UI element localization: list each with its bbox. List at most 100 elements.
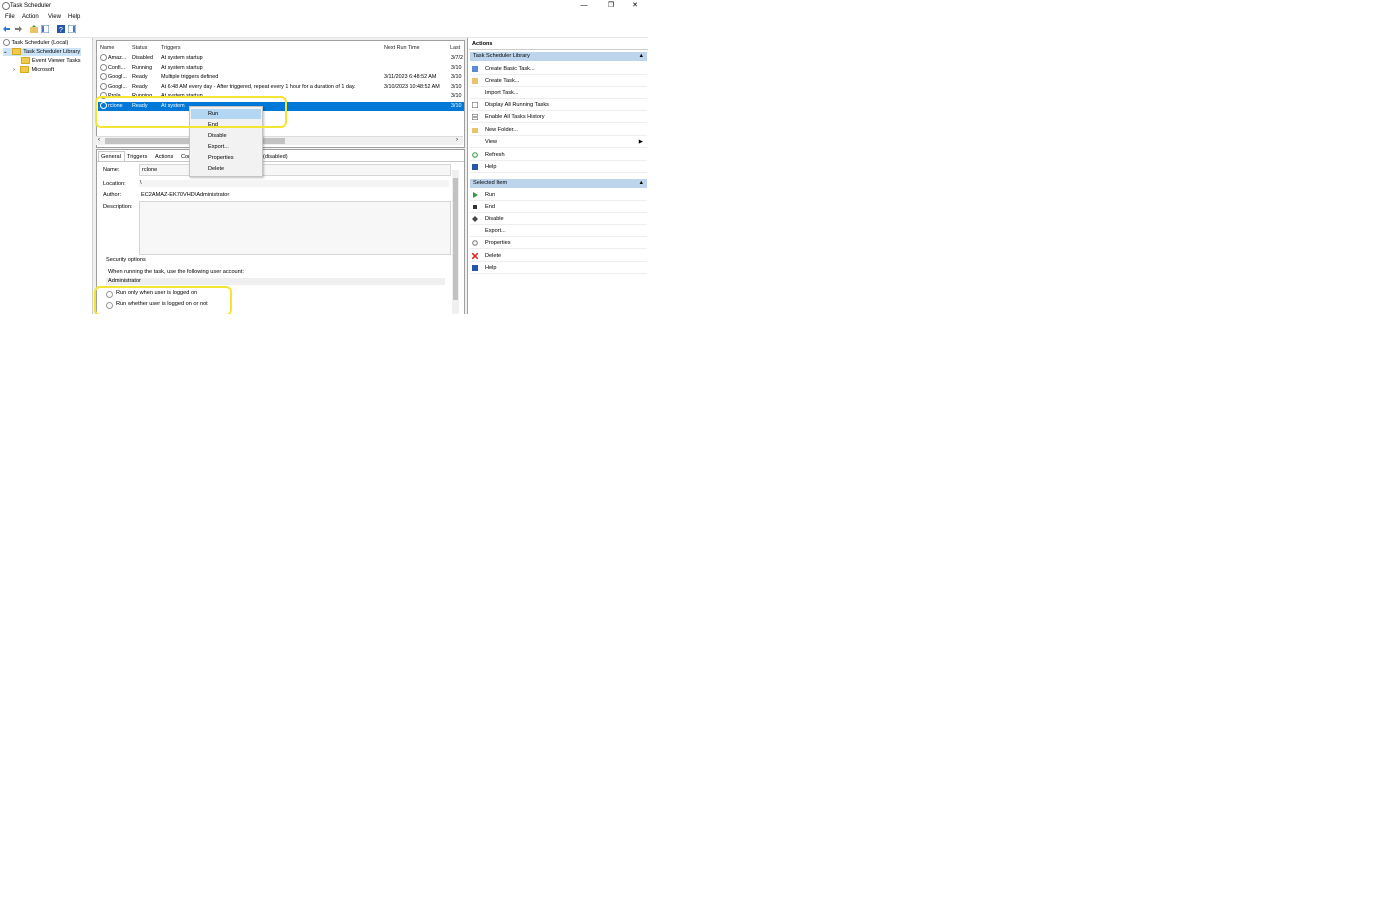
- location-field: \: [139, 180, 449, 187]
- end-icon: [473, 205, 477, 209]
- clock-icon: [3, 39, 10, 47]
- cell-last: 3/10: [451, 93, 462, 99]
- action-create-task[interactable]: Create Task...: [470, 76, 647, 87]
- cell-triggers: At system startup: [161, 55, 203, 61]
- action-help[interactable]: Help: [470, 162, 647, 173]
- action-label: Properties: [485, 240, 511, 246]
- cell-status: Disabled: [132, 55, 153, 61]
- actions-pane: Actions Task Scheduler Library ▲ Create …: [467, 38, 648, 314]
- table-row[interactable]: Googl... Ready Multiple triggers defined…: [98, 73, 464, 82]
- action-label: Delete: [485, 253, 502, 259]
- tab-actions[interactable]: Actions: [155, 154, 173, 160]
- action-label: Run: [485, 192, 496, 198]
- description-field[interactable]: [139, 201, 451, 255]
- action-properties[interactable]: Properties: [470, 238, 647, 249]
- section-task-scheduler-library[interactable]: Task Scheduler Library ▲: [470, 52, 647, 61]
- forward-arrow-icon[interactable]: [14, 25, 22, 33]
- column-last[interactable]: Last: [450, 45, 460, 51]
- menu-file[interactable]: File: [5, 14, 15, 20]
- up-folder-icon[interactable]: [30, 25, 38, 33]
- action-import-task[interactable]: Import Task...: [470, 88, 647, 99]
- show-hide-console-tree-icon[interactable]: [41, 25, 49, 33]
- submenu-arrow-icon: ▶: [638, 139, 643, 145]
- action-run[interactable]: Run: [470, 190, 647, 201]
- minimize-button[interactable]: —: [577, 2, 591, 10]
- action-label: Import Task...: [485, 90, 519, 96]
- collapse-chevron-icon[interactable]: ⌄: [3, 49, 8, 55]
- cell-next-run: 3/10/2023 10:48:52 AM: [384, 84, 440, 90]
- task-clock-icon: [100, 73, 107, 80]
- scroll-left-icon[interactable]: ‹: [98, 137, 100, 143]
- menu-help[interactable]: Help: [68, 14, 80, 20]
- collapse-caret-icon[interactable]: ▲: [638, 52, 644, 61]
- menu-action[interactable]: Action: [22, 14, 39, 20]
- detail-scrollbar-thumb[interactable]: [453, 178, 458, 300]
- action-display-running-tasks[interactable]: Display All Running Tasks: [470, 100, 647, 111]
- column-name[interactable]: Name: [100, 45, 114, 51]
- help-icon: [472, 164, 478, 170]
- table-row[interactable]: Confi... Running At system startup 3/10: [98, 64, 464, 73]
- task-list-horizontal-scrollbar[interactable]: ‹ ›: [96, 136, 463, 145]
- column-triggers[interactable]: Triggers: [161, 45, 181, 51]
- action-delete[interactable]: Delete: [470, 251, 647, 262]
- section-selected-item[interactable]: Selected Item ▲: [470, 179, 647, 188]
- run-icon: [473, 192, 478, 198]
- delete-icon: [472, 253, 478, 259]
- folder-icon: [12, 48, 22, 56]
- action-label: Display All Running Tasks: [485, 102, 549, 108]
- name-field[interactable]: rclone: [139, 164, 451, 176]
- table-row[interactable]: Amaz... Disabled At system startup 3/7/2: [98, 54, 464, 63]
- tab-general[interactable]: General: [101, 154, 121, 160]
- table-row[interactable]: Googl... Ready At 6:48 AM every day - Af…: [98, 83, 464, 92]
- action-help-selected[interactable]: Help: [470, 263, 647, 274]
- action-view[interactable]: View ▶: [470, 137, 647, 148]
- action-label: Create Task...: [485, 78, 520, 84]
- cell-last: 3/10: [451, 103, 462, 109]
- back-arrow-icon[interactable]: [3, 25, 11, 33]
- restore-button[interactable]: ❐: [604, 2, 618, 10]
- tree-item-library[interactable]: ⌄ Task Scheduler Library: [3, 48, 81, 56]
- cell-name: Googl...: [108, 84, 127, 90]
- cell-status: Running: [132, 65, 153, 71]
- context-menu-properties[interactable]: Properties: [191, 153, 261, 163]
- section-title: Selected Item: [473, 180, 508, 186]
- action-label: Refresh: [485, 152, 505, 158]
- menu-view[interactable]: View: [48, 14, 61, 20]
- tree-item-microsoft[interactable]: › Microsoft: [13, 66, 54, 74]
- collapse-caret-icon[interactable]: ▲: [638, 179, 644, 188]
- author-label: Author:: [103, 192, 122, 198]
- column-status[interactable]: Status: [132, 45, 147, 51]
- action-new-folder[interactable]: New Folder...: [470, 125, 647, 136]
- folder-icon: [21, 57, 30, 65]
- disable-icon: [472, 216, 478, 222]
- expand-chevron-icon[interactable]: ›: [13, 67, 15, 73]
- security-options-title: Security options: [106, 257, 146, 263]
- column-next-run-time[interactable]: Next Run Time: [384, 45, 420, 51]
- show-hide-action-pane-icon[interactable]: [68, 25, 76, 33]
- cell-name: Amaz...: [108, 55, 127, 61]
- description-label: Description:: [103, 204, 133, 210]
- action-refresh[interactable]: Refresh: [470, 150, 647, 161]
- toolbar: ?: [0, 22, 648, 38]
- action-export[interactable]: Export...: [470, 226, 647, 237]
- section-title: Task Scheduler Library: [473, 53, 530, 59]
- window-title: Task Scheduler: [10, 3, 52, 9]
- properties-icon: [472, 240, 478, 246]
- cell-triggers: Multiple triggers defined: [161, 74, 219, 80]
- action-end[interactable]: End: [470, 202, 647, 213]
- close-button[interactable]: ✕: [628, 2, 642, 10]
- help-icon[interactable]: ?: [57, 25, 65, 33]
- action-disable[interactable]: Disable: [470, 214, 647, 225]
- context-menu-export[interactable]: Export...: [191, 142, 261, 152]
- tree-item-local[interactable]: Task Scheduler (Local): [3, 39, 68, 47]
- cell-triggers: At 6:48 AM every day - After triggered, …: [161, 84, 356, 90]
- action-label: Disable: [485, 216, 504, 222]
- context-menu-delete[interactable]: Delete: [191, 164, 261, 174]
- action-enable-tasks-history[interactable]: Enable All Tasks History: [470, 112, 647, 123]
- tree-item-label: Event Viewer Tasks: [32, 58, 81, 64]
- context-menu-disable[interactable]: Disable: [191, 131, 261, 141]
- tab-triggers[interactable]: Triggers: [127, 154, 147, 160]
- scroll-right-icon[interactable]: ›: [456, 137, 458, 143]
- action-create-basic-task[interactable]: Create Basic Task...: [470, 64, 647, 75]
- tree-item-event-viewer-tasks[interactable]: Event Viewer Tasks: [21, 57, 81, 65]
